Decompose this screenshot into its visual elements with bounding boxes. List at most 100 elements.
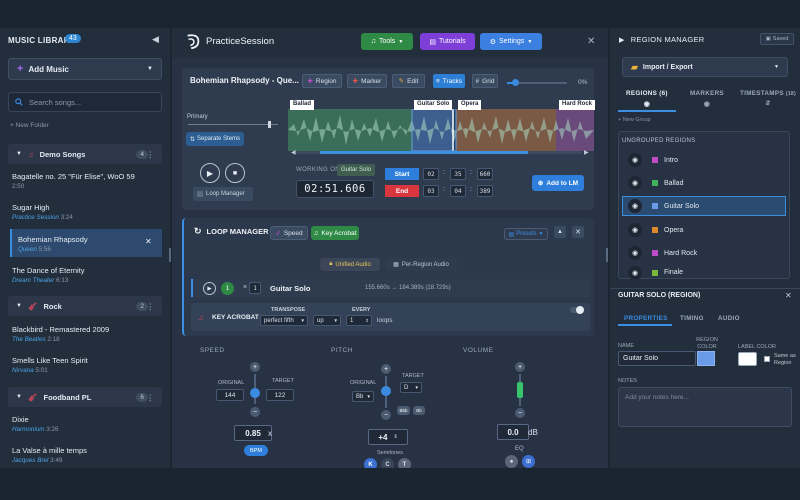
loop-repeat-input[interactable]: 1: [249, 282, 261, 294]
toggle-knob[interactable]: [576, 306, 584, 314]
tab-timestamps[interactable]: TIMESTAMPS (18) ⇵: [740, 90, 796, 107]
primary-volume-handle[interactable]: [268, 121, 271, 128]
separate-stems-button[interactable]: ⇅ Separate Stems: [186, 132, 244, 146]
stop-button[interactable]: ■: [225, 163, 245, 183]
eye-icon[interactable]: ◉: [628, 246, 642, 260]
key-acrobat-button[interactable]: ♫ Key Acrobat: [311, 226, 359, 240]
settings-button[interactable]: ⚙ Settings ▼: [480, 33, 542, 50]
song-item[interactable]: Bagatelle no. 25 "Für Elise", WoO 59 2:5…: [12, 172, 162, 190]
per-region-audio-tab[interactable]: ▦ Per-Region Audio: [385, 258, 457, 271]
speed-decrease-button[interactable]: −: [250, 407, 260, 417]
pitch-original-select[interactable]: Bb ▼: [352, 391, 374, 402]
song-item[interactable]: Smells Like Teen Spirit Nirvana 5:01: [12, 356, 162, 374]
move-up-button[interactable]: ▲: [554, 226, 566, 238]
region-label-ballad[interactable]: Ballad: [290, 100, 315, 110]
eq-settings-button[interactable]: ⊞: [522, 455, 535, 468]
eq-toggle-button[interactable]: ●: [505, 455, 518, 468]
end-minutes[interactable]: 03: [423, 185, 439, 197]
scroll-right-icon[interactable]: ▶: [584, 149, 589, 156]
direction-select[interactable]: up ▼: [313, 315, 341, 326]
waveform-scroll-thumb[interactable]: [320, 151, 528, 154]
song-item[interactable]: La Valse à mille temps Jacques Brel 3:49: [12, 446, 162, 464]
region-item-opera[interactable]: ◉ Opera: [622, 220, 786, 240]
primary-volume-track[interactable]: [188, 124, 278, 125]
eye-icon[interactable]: ◉: [628, 266, 642, 279]
new-group-link[interactable]: + New Group: [618, 117, 651, 123]
sidebar-resize-handle[interactable]: [606, 248, 608, 262]
import-export-button[interactable]: ▰ Import / Export ▼: [622, 57, 788, 77]
region-item-finale[interactable]: ◉ Finale: [622, 266, 786, 279]
region-item-ballad[interactable]: ◉ Ballad: [622, 173, 786, 193]
collapse-right-icon[interactable]: ▶: [619, 36, 625, 44]
more-options-icon[interactable]: ⋮: [147, 150, 155, 159]
edit-button[interactable]: ✎ Edit: [392, 74, 425, 88]
speed-target-input[interactable]: 122: [266, 389, 294, 401]
region-color-picker[interactable]: [697, 351, 715, 366]
add-music-button[interactable]: + Add Music ▼: [8, 58, 162, 80]
search-input[interactable]: [29, 97, 149, 107]
same-as-region-checkbox[interactable]: [764, 356, 770, 362]
song-item[interactable]: Dixie Harmonium 3:26: [12, 415, 162, 433]
more-options-icon[interactable]: ⋮: [147, 302, 155, 311]
pitch-target-select[interactable]: D ▼: [400, 382, 422, 393]
pitch-value[interactable]: +4 ⇕: [368, 429, 408, 445]
volume-increase-button[interactable]: +: [515, 362, 525, 372]
collapse-sidebar-icon[interactable]: ◀: [152, 34, 159, 45]
loop-manager-button[interactable]: Loop Manager: [193, 187, 253, 201]
speed-slider-handle[interactable]: [250, 388, 260, 398]
tab-audio[interactable]: AUDIO: [718, 315, 740, 322]
tab-properties[interactable]: PROPERTIES: [624, 315, 668, 322]
end-seconds[interactable]: 04: [450, 185, 466, 197]
tab-regions[interactable]: REGIONS (6) ◉: [626, 90, 668, 108]
sidebar-resize-handle[interactable]: [169, 248, 171, 262]
new-folder-link[interactable]: + New Folder: [10, 122, 49, 129]
close-loop-manager-button[interactable]: ✕: [572, 226, 584, 238]
every-input[interactable]: 1 ⇕: [346, 315, 372, 326]
region-name-input[interactable]: [618, 351, 696, 366]
start-seconds[interactable]: 35: [450, 168, 466, 180]
pitch-increase-button[interactable]: +: [381, 364, 391, 374]
loop-play-button[interactable]: ▶: [203, 282, 216, 295]
folder-foodband-pl[interactable]: ▼ 🎸︎ Foodband PL 6 ⋮: [8, 387, 162, 407]
eye-icon[interactable]: ◉: [628, 153, 642, 167]
speed-value[interactable]: 0.85: [234, 425, 272, 441]
start-minutes[interactable]: 02: [423, 168, 439, 180]
song-item[interactable]: The Dance of Eternity Dream Theater 6:13: [12, 266, 162, 284]
pitch-decrease-button[interactable]: −: [381, 410, 391, 420]
region-item-intro[interactable]: ◉ Intro: [622, 150, 786, 170]
folder-rock[interactable]: ▼ 🎸︎ Rock 2 ⋮: [8, 296, 162, 316]
interval-select[interactable]: perfect fifth ▼: [260, 315, 308, 326]
song-item[interactable]: Sugar High Practice Session 3:24: [12, 203, 162, 221]
volume-decrease-button[interactable]: −: [515, 408, 525, 418]
volume-value[interactable]: 0.0: [497, 424, 529, 440]
add-region-button[interactable]: ✚ Region: [302, 74, 342, 88]
scroll-left-icon[interactable]: ◀: [291, 149, 296, 156]
remove-song-icon[interactable]: ✕: [145, 237, 152, 246]
pitch-alt-button-1[interactable]: Bbb: [397, 406, 410, 415]
region-item-hard-rock[interactable]: ◉ Hard Rock: [622, 243, 786, 263]
region-item-guitar-solo[interactable]: ◉ Guitar Solo: [622, 196, 786, 216]
folder-demo-songs[interactable]: ▼ ♫ Demo Songs 4 ⋮: [8, 144, 162, 164]
bpm-button[interactable]: BPM: [244, 445, 268, 456]
region-label-guitar-solo[interactable]: Guitar Solo: [414, 100, 453, 110]
eye-icon[interactable]: ◉: [628, 199, 642, 213]
add-to-loop-manager-button[interactable]: ⊕ Add to LM: [532, 175, 584, 191]
waveform[interactable]: [288, 109, 594, 151]
eye-icon[interactable]: ◉: [628, 176, 642, 190]
grid-toggle[interactable]: # Grid: [472, 74, 498, 88]
notes-textarea[interactable]: [618, 387, 792, 427]
more-options-icon[interactable]: ⋮: [147, 393, 155, 402]
close-icon[interactable]: ✕: [587, 36, 595, 47]
region-label-hard-rock[interactable]: Hard Rock: [559, 100, 596, 110]
play-button[interactable]: ▶: [200, 163, 220, 183]
close-icon[interactable]: ✕: [785, 291, 792, 300]
label-color-picker[interactable]: [738, 352, 757, 366]
start-label[interactable]: Start: [385, 168, 419, 180]
pitch-alt-button-2[interactable]: Bb: [413, 406, 425, 415]
unified-audio-tab[interactable]: 🔒︎ Unified Audio: [320, 258, 380, 271]
speed-increase-button[interactable]: +: [250, 362, 260, 372]
tools-button[interactable]: ♫ Tools ▼: [361, 33, 413, 50]
volume-slider-handle[interactable]: [512, 79, 519, 86]
eye-icon[interactable]: ◉: [628, 223, 642, 237]
add-marker-button[interactable]: ✚ Marker: [347, 74, 387, 88]
